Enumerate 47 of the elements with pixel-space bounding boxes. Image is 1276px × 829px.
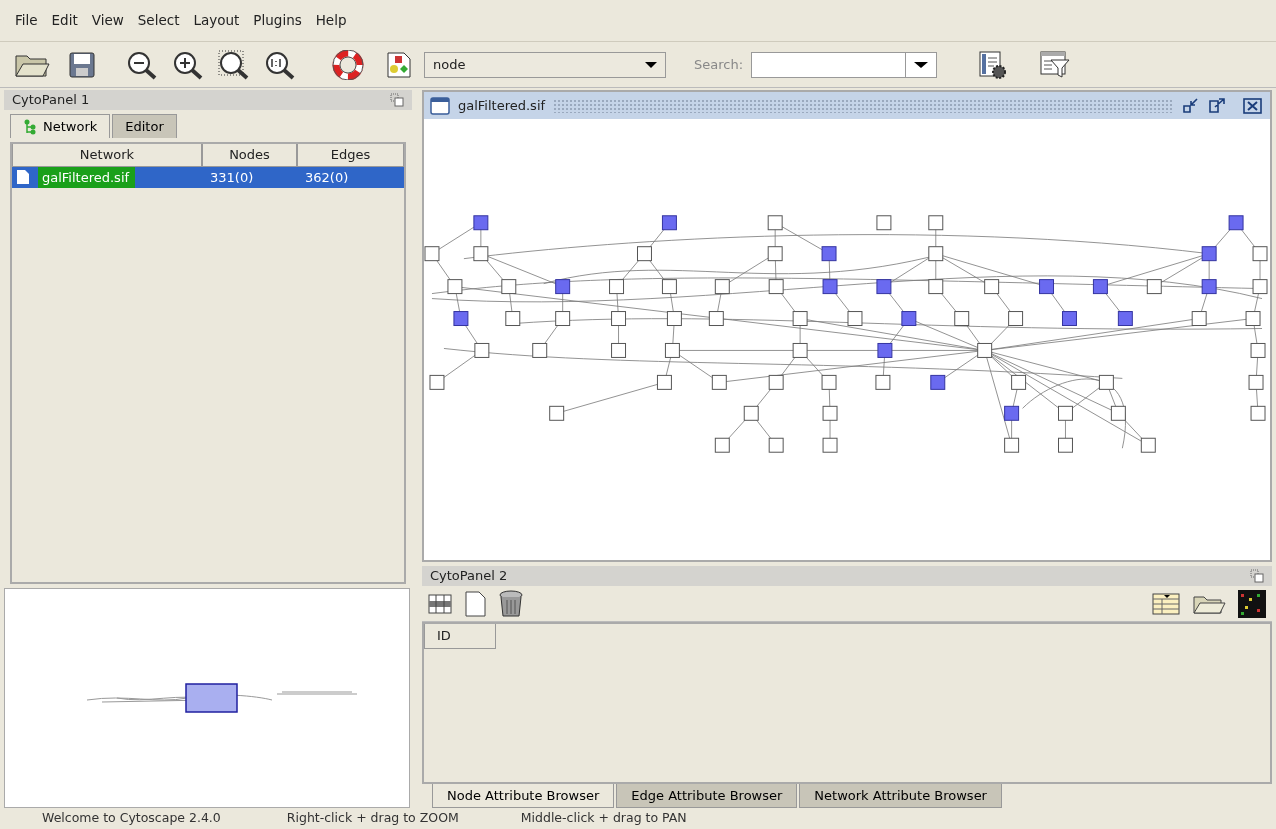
network-row[interactable]: galFiltered.sif 331(0) 362(0) (12, 166, 404, 188)
menu-item[interactable]: Select (130, 10, 187, 31)
table-icon[interactable] (428, 592, 452, 615)
status-text: Middle-click + drag to PAN (520, 809, 687, 828)
search-field[interactable] (751, 51, 938, 78)
document-icon[interactable] (464, 590, 486, 617)
window-title: galFiltered.sif (458, 96, 546, 115)
column-header[interactable]: Network (12, 144, 202, 167)
menu-item[interactable]: Layout (186, 10, 247, 31)
document-icon (16, 169, 30, 186)
panel-title: CytoPanel 1 (12, 91, 90, 110)
search-label: Search: (694, 55, 744, 74)
vizmap-icon[interactable] (386, 50, 412, 79)
trash-icon[interactable] (498, 589, 524, 618)
lifebuoy-icon[interactable] (332, 49, 364, 80)
status-text: Right-click + drag to ZOOM (286, 809, 459, 828)
float-icon[interactable] (390, 93, 404, 107)
menu-item[interactable]: Help (308, 10, 354, 31)
panel-title: CytoPanel 2 (430, 567, 508, 586)
panel-tab[interactable]: Network Attribute Browser (799, 784, 1002, 808)
table-cell: galFiltered.sif (38, 166, 136, 188)
panel-tab[interactable]: Edge Attribute Browser (616, 784, 798, 808)
panel-tab[interactable]: Editor (112, 113, 177, 138)
maximize-icon[interactable] (1208, 97, 1226, 114)
filter-icon[interactable] (1039, 49, 1072, 80)
save-icon[interactable] (68, 50, 96, 79)
menu-item[interactable]: File (8, 10, 45, 31)
status-text: Welcome to Cytoscape 2.4.0 (42, 809, 221, 828)
column-header[interactable]: Nodes (202, 144, 297, 167)
menu-item[interactable]: Plugins (246, 10, 309, 31)
menu-item[interactable]: Edit (44, 10, 85, 31)
float-icon[interactable] (1250, 569, 1264, 583)
minimize-icon[interactable] (1182, 97, 1200, 114)
menu-item[interactable]: View (84, 10, 131, 31)
table-cell-text: 331(0) (210, 168, 254, 187)
table-settings-icon[interactable] (1152, 592, 1180, 615)
column-header[interactable]: ID (424, 624, 496, 649)
window-icon (430, 96, 450, 115)
panel-tab[interactable]: Node Attribute Browser (432, 784, 615, 808)
close-icon[interactable] (1242, 96, 1264, 115)
panel-tab[interactable]: Network (10, 114, 111, 138)
tree-icon (23, 118, 37, 135)
table-cell-text: 362(0) (305, 168, 349, 187)
column-header[interactable]: Edges (297, 144, 404, 167)
type-select[interactable]: node (424, 51, 666, 78)
settings-icon[interactable] (977, 49, 1008, 80)
heatmap-icon[interactable] (1238, 589, 1266, 618)
